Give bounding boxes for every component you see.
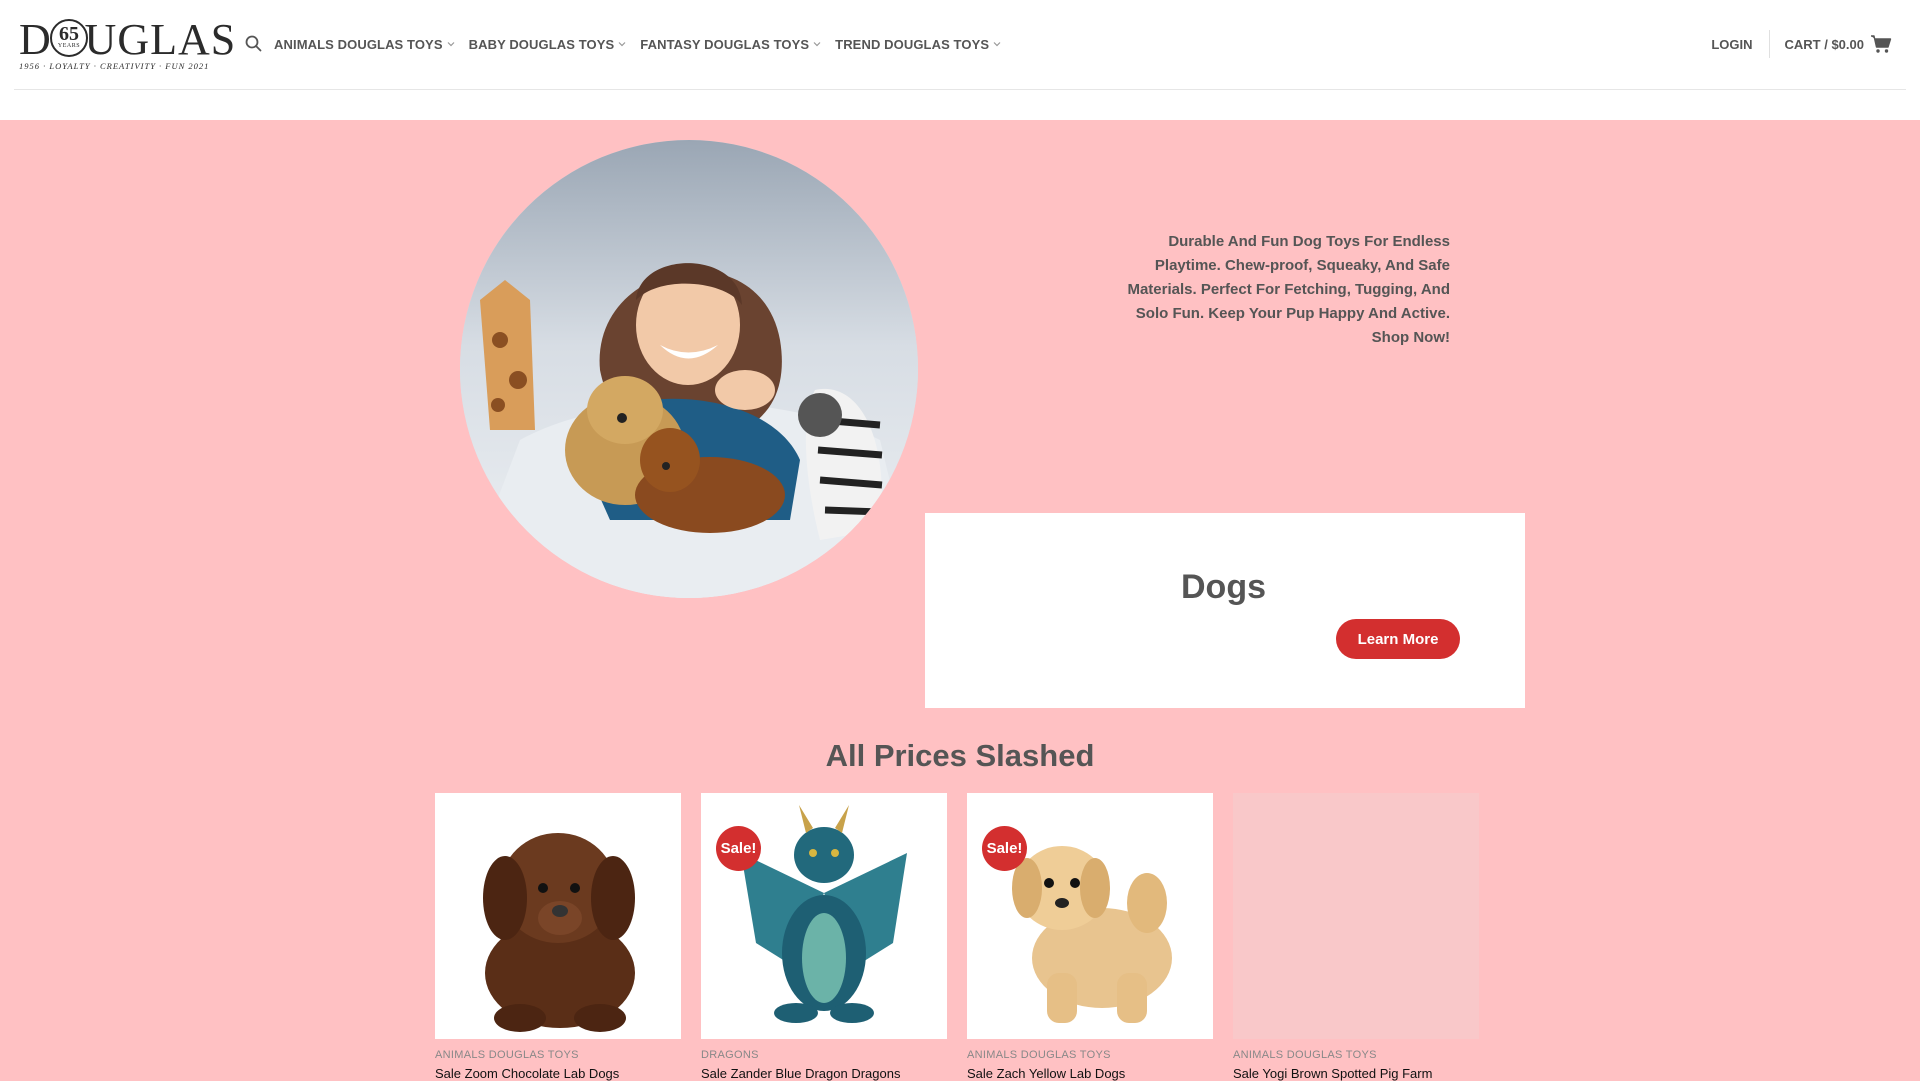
header-bar: DOUGLAS 65 YEARS 1956 · LOYALTY · CREATI… bbox=[14, 0, 1906, 90]
promo-title: Dogs bbox=[1181, 568, 1266, 606]
brown-puppy-image bbox=[483, 833, 635, 1032]
account-nav: LOGIN CART / $0.00 bbox=[1711, 30, 1892, 58]
chevron-down-icon bbox=[447, 42, 455, 47]
nav-item-label: BABY DOUGLAS TOYS bbox=[468, 36, 615, 52]
logo-years-number: 65 bbox=[59, 23, 79, 45]
product-card: ANIMALS DOUGLAS TOYS Sale Zoom Chocolate… bbox=[435, 793, 681, 1081]
logo-anniversary-badge: 65 YEARS bbox=[50, 19, 88, 57]
login-link[interactable]: LOGIN bbox=[1711, 37, 1768, 52]
product-category[interactable]: DRAGONS bbox=[701, 1049, 947, 1061]
cart-link[interactable]: CART / $0.00 bbox=[1785, 34, 1892, 54]
section-title: All Prices Slashed bbox=[825, 738, 1095, 773]
cart-total: CART / $0.00 bbox=[1784, 36, 1864, 52]
nav-item-label: TREND DOUGLAS TOYS bbox=[835, 36, 990, 52]
nav-item-label: ANIMALS DOUGLAS TOYS bbox=[274, 36, 443, 52]
product-card: Sale! DRAGONS Sale Zander Blue Dragon Dr… bbox=[701, 793, 947, 1081]
site-header: DOUGLAS 65 YEARS 1956 · LOYALTY · CREATI… bbox=[0, 0, 1920, 120]
product-image[interactable] bbox=[435, 793, 681, 1039]
divider bbox=[1768, 30, 1770, 58]
product-image[interactable] bbox=[1233, 793, 1479, 1039]
learn-more-button[interactable]: Learn More bbox=[1336, 619, 1460, 659]
product-name[interactable]: Sale Zander Blue Dragon Dragons bbox=[701, 1066, 947, 1081]
hero-image bbox=[460, 140, 918, 598]
nav-item-fantasy[interactable]: FANTASY DOUGLAS TOYS bbox=[640, 34, 822, 54]
product-image[interactable]: Sale! bbox=[967, 793, 1213, 1039]
nav-item-label: FANTASY DOUGLAS TOYS bbox=[640, 36, 810, 52]
chevron-down-icon bbox=[993, 42, 1001, 47]
product-name[interactable]: Sale Zoom Chocolate Lab Dogs bbox=[435, 1066, 681, 1081]
nav-item-trend[interactable]: TREND DOUGLAS TOYS bbox=[835, 34, 1002, 54]
cart-icon bbox=[1871, 35, 1892, 53]
product-category[interactable]: ANIMALS DOUGLAS TOYS bbox=[1233, 1049, 1479, 1061]
logo-years-label: YEARS bbox=[57, 43, 81, 49]
logo[interactable]: DOUGLAS 65 YEARS 1956 · LOYALTY · CREATI… bbox=[19, 18, 235, 72]
product-grid: ANIMALS DOUGLAS TOYS Sale Zoom Chocolate… bbox=[435, 793, 1479, 1081]
chevron-down-icon bbox=[813, 42, 821, 47]
search-icon[interactable] bbox=[244, 34, 264, 54]
hero-description: Durable And Fun Dog Toys For Endless Pla… bbox=[1127, 233, 1450, 346]
product-category[interactable]: ANIMALS DOUGLAS TOYS bbox=[967, 1049, 1213, 1061]
product-name[interactable]: Sale Yogi Brown Spotted Pig Farm bbox=[1233, 1066, 1479, 1081]
sale-badge: Sale! bbox=[716, 826, 761, 871]
girl-with-plush-toys-image bbox=[460, 140, 918, 598]
sale-badge: Sale! bbox=[982, 826, 1027, 871]
nav-item-baby[interactable]: BABY DOUGLAS TOYS bbox=[469, 34, 628, 54]
product-category[interactable]: ANIMALS DOUGLAS TOYS bbox=[435, 1049, 681, 1061]
chevron-down-icon bbox=[618, 42, 626, 47]
nav-item-animals[interactable]: ANIMALS DOUGLAS TOYS bbox=[274, 34, 456, 54]
product-card: ANIMALS DOUGLAS TOYS Sale Yogi Brown Spo… bbox=[1233, 793, 1479, 1081]
main-nav: ANIMALS DOUGLAS TOYS BABY DOUGLAS TOYS F… bbox=[274, 34, 1002, 54]
product-name[interactable]: Sale Zach Yellow Lab Dogs bbox=[967, 1066, 1213, 1081]
promo-card: Dogs Learn More bbox=[925, 513, 1525, 708]
product-card: Sale! ANIMALS DOUGLAS TOYS Sale Zach Yel… bbox=[967, 793, 1213, 1081]
logo-tagline: 1956 · LOYALTY · CREATIVITY · FUN 2021 bbox=[19, 61, 210, 71]
product-image[interactable]: Sale! bbox=[701, 793, 947, 1039]
